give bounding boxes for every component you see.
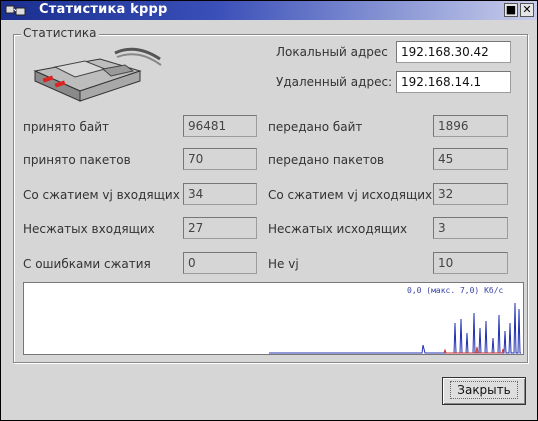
window-title: Статистика kppp — [39, 2, 168, 17]
vj-compressed-in-label: Со сжатием vj входящих — [23, 188, 180, 202]
groupbox-title: Статистика — [21, 26, 99, 40]
maximize-icon: ■ — [505, 3, 517, 16]
close-window-button[interactable]: ✕ — [520, 3, 534, 17]
uncompressed-out-label: Несжатых исходящих — [268, 222, 408, 236]
bytes-sent-label: передано байт — [268, 120, 363, 134]
close-button[interactable]: Закрыть — [442, 377, 526, 405]
packets-received-value: 70 — [183, 148, 257, 170]
compression-errors-value: 0 — [183, 252, 257, 274]
vj-compressed-out-value: 32 — [433, 183, 508, 205]
vj-compressed-out-label: Со сжатием vj исходящих — [268, 188, 433, 202]
bytes-received-label: принято байт — [23, 120, 110, 134]
remote-address-field[interactable]: 192.168.14.1 — [396, 71, 511, 93]
vj-compressed-in-value: 34 — [183, 183, 257, 205]
non-vj-value: 10 — [433, 252, 508, 274]
packets-sent-label: передано пакетов — [268, 153, 385, 167]
remote-address-label: Удаленный адрес: — [276, 75, 393, 89]
traffic-plot — [269, 302, 521, 354]
local-address-field[interactable]: 192.168.30.42 — [396, 41, 511, 63]
maximize-button[interactable]: ■ — [504, 3, 518, 17]
bytes-sent-value: 1896 — [433, 115, 508, 137]
uncompressed-out-value: 3 — [433, 217, 508, 239]
throughput-graph: 0,0 (макс. 7,0) Кб/с — [23, 282, 524, 355]
close-button-label: Закрыть — [450, 381, 518, 399]
uncompressed-in-label: Несжатых входящих — [23, 222, 155, 236]
uncompressed-in-value: 27 — [183, 217, 257, 239]
non-vj-label: Не vj — [268, 257, 299, 271]
modem-icon — [33, 47, 162, 102]
packets-sent-value: 45 — [433, 148, 508, 170]
kppp-statistics-window: Статистика kppp ■ ✕ Статистика Локальный… — [0, 0, 538, 421]
packets-received-label: принято пакетов — [23, 153, 131, 167]
compression-errors-label: С ошибками сжатия — [23, 257, 151, 271]
bytes-received-value: 96481 — [183, 115, 257, 137]
close-icon: ✕ — [522, 3, 532, 16]
title-bar[interactable]: Статистика kppp ■ ✕ — [1, 1, 537, 20]
local-address-label: Локальный адрес — [276, 45, 388, 59]
network-icon[interactable] — [5, 3, 27, 18]
